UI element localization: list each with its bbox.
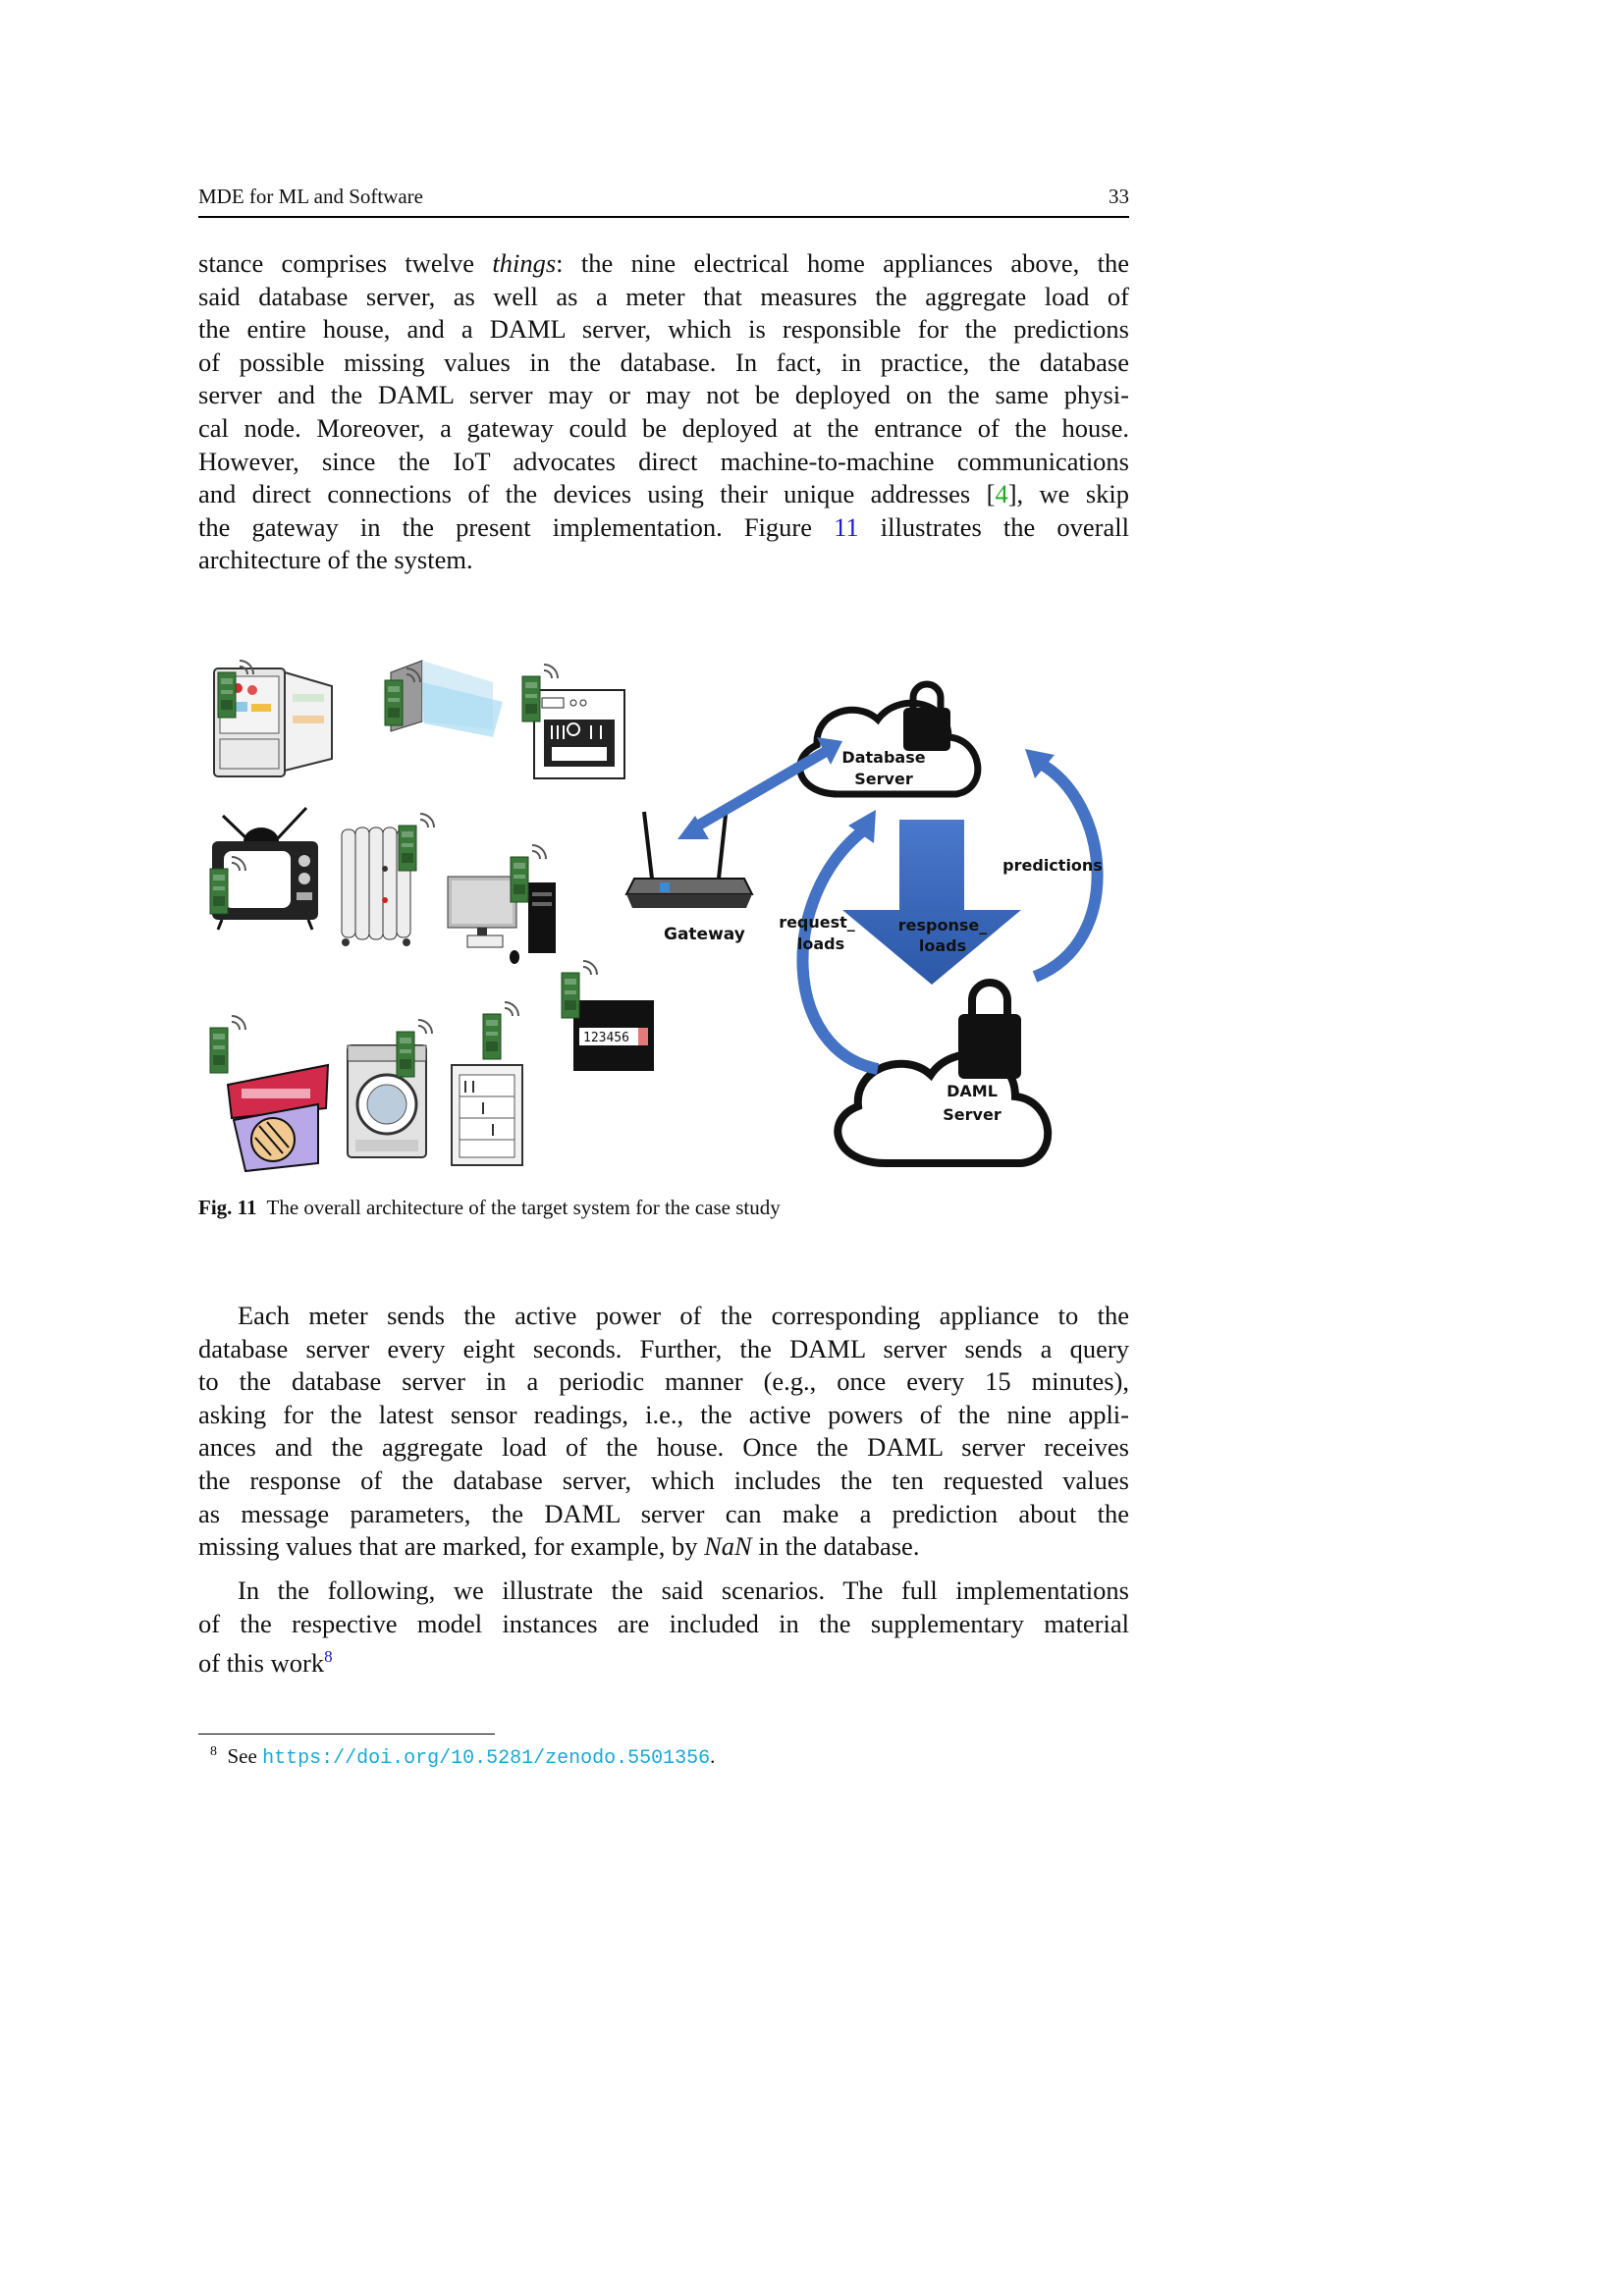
footnote: 8 See https://doi.org/10.5281/zenodo.550… xyxy=(210,1744,715,1770)
text-line: missing values that are marked, for exam… xyxy=(198,1531,920,1562)
text-line: server and the DAML server may or may no… xyxy=(198,380,1129,410)
emphasis: things xyxy=(492,248,557,278)
gateway-router-icon xyxy=(624,805,754,908)
daml-label-1: DAML xyxy=(947,1082,998,1100)
electricity-meter-icon: 123456 xyxy=(573,1000,654,1071)
lock-icon xyxy=(958,979,1021,1079)
response-loads-arrow xyxy=(842,820,1021,985)
text-line: ances and the aggregate load of the hous… xyxy=(198,1432,1129,1463)
predictions-label: predictions xyxy=(1002,856,1103,875)
text-line: Each meter sends the active power of the… xyxy=(238,1301,1129,1330)
meter-digits: 123456 xyxy=(583,1031,629,1045)
gateway-label: Gateway xyxy=(664,925,745,944)
figure-caption: Fig. 11 The overall architecture of the t… xyxy=(198,1196,781,1220)
text-line: and direct connections of the devices us… xyxy=(198,479,1129,509)
iron-icon xyxy=(226,1063,330,1173)
text-line: said database server, as well as a meter… xyxy=(198,281,1129,311)
meter-board-icon xyxy=(482,1001,519,1060)
request-label-2: loads xyxy=(797,934,844,953)
text-line: of possible missing values in the databa… xyxy=(198,347,1129,377)
running-header: MDE for ML and Software 33 xyxy=(198,183,1129,218)
figure-11: 123456 Gateway Database Server DAML Serv… xyxy=(198,643,1129,1173)
meter-board-icon xyxy=(209,1015,246,1074)
text-line: cal node. Moreover, a gateway could be d… xyxy=(198,412,1129,443)
daml-label-2: Server xyxy=(943,1105,1001,1124)
caption-text: The overall architecture of the target s… xyxy=(266,1196,781,1219)
footnote-reference-link[interactable]: 8 xyxy=(324,1647,333,1666)
footnote-prefix: See xyxy=(227,1744,263,1768)
footnote-mark: 8 xyxy=(210,1744,217,1759)
text-line: database server every eight seconds. Fur… xyxy=(198,1333,1129,1363)
text-line: the response of the database server, whi… xyxy=(198,1465,1129,1495)
lock-icon xyxy=(903,680,950,751)
oven-icon xyxy=(533,689,625,779)
text-line: However, since the IoT advocates direct … xyxy=(198,446,1129,476)
database-label-2: Server xyxy=(854,770,913,788)
paragraph-1: stance comprises twelve things: the nine… xyxy=(198,247,1129,577)
paragraph-2: Each meter sends the active power of the… xyxy=(198,1300,1129,1564)
response-label-2: loads xyxy=(919,936,966,955)
text-line: stance comprises twelve things: the nine… xyxy=(198,248,1129,278)
citation-link[interactable]: 4 xyxy=(995,479,1007,508)
air-conditioner-icon xyxy=(390,660,503,737)
text-line: to the database server in a periodic man… xyxy=(198,1366,1129,1397)
page-number: 33 xyxy=(1109,185,1129,208)
request-label-1: request_ xyxy=(779,913,855,932)
footnote-suffix: . xyxy=(710,1744,716,1768)
text-line: the entire house, and a DAML server, whi… xyxy=(198,314,1129,345)
text-line: architecture of the system. xyxy=(198,545,473,575)
text-line: asking for the latest sensor readings, i… xyxy=(198,1399,1129,1429)
emphasis: NaN xyxy=(704,1531,752,1562)
text-line: In the following, we illustrate the said… xyxy=(238,1575,1129,1605)
footnote-rule xyxy=(198,1734,495,1735)
text-line: of the respective model instances are in… xyxy=(198,1608,1129,1638)
footnote-link[interactable]: https://doi.org/10.5281/zenodo.5501356 xyxy=(262,1747,710,1770)
meter-board-icon xyxy=(398,813,435,872)
paragraph-3: In the following, we illustrate the said… xyxy=(198,1575,1129,1681)
header-title: MDE for ML and Software xyxy=(198,185,424,208)
computer-icon xyxy=(447,876,556,964)
figure-reference-link[interactable]: 11 xyxy=(834,512,859,542)
architecture-diagram: 123456 Gateway Database Server DAML Serv… xyxy=(209,660,1104,1173)
caption-label: Fig. 11 xyxy=(198,1196,257,1219)
freezer-icon xyxy=(451,1064,523,1166)
text-line: of this work8 xyxy=(198,1647,333,1679)
database-label-1: Database xyxy=(841,748,925,767)
text-line: the gateway in the present implementatio… xyxy=(198,511,1129,542)
text-line: as message parameters, the DAML server c… xyxy=(198,1498,1129,1528)
response-label-1: response_ xyxy=(898,916,987,934)
